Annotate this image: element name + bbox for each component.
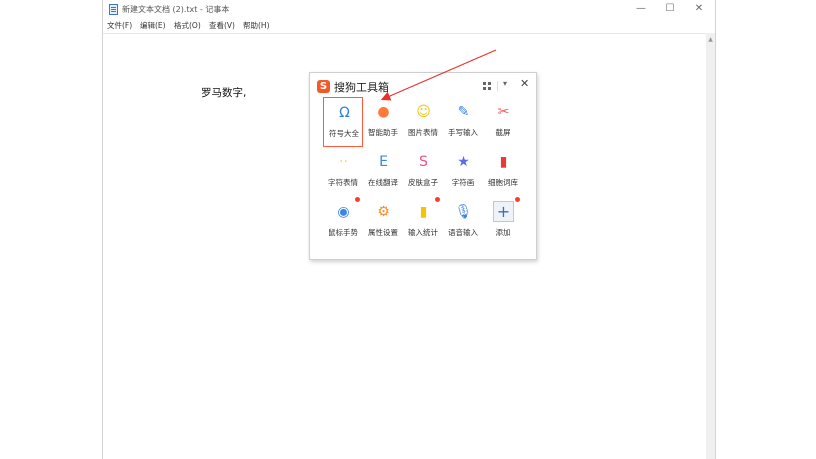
vertical-scrollbar[interactable]: ▲ xyxy=(706,33,715,459)
maximize-button[interactable]: ☐ xyxy=(659,2,681,16)
translate-globe-icon: E xyxy=(379,153,388,170)
tool-item[interactable]: ☺ 图片表情 xyxy=(403,97,443,147)
toolbox-close-icon[interactable]: ✕ xyxy=(520,77,529,90)
plus-add-icon: + xyxy=(493,201,514,222)
tool-item[interactable]: ● 智能助手 xyxy=(363,97,403,147)
notepad-app-icon xyxy=(109,4,118,15)
tool-item[interactable]: ▮ 细胞词库 xyxy=(483,147,523,197)
sogou-logo-icon: S xyxy=(317,80,330,93)
smiley-face-icon: ☺ xyxy=(416,103,431,120)
mouse-gesture-icon: ◉ xyxy=(337,203,350,220)
text-emoticon-icon: ·· xyxy=(339,153,348,170)
microphone-icon: 🎙 xyxy=(454,203,473,220)
tool-label: 截屏 xyxy=(495,128,511,137)
omega-symbol-icon: Ω xyxy=(339,104,350,121)
grid-view-icon[interactable] xyxy=(483,82,491,90)
notification-dot xyxy=(515,197,520,202)
scissors-icon: ✂ xyxy=(497,103,510,120)
notification-dot xyxy=(435,197,440,202)
header-divider xyxy=(497,81,498,91)
tool-item[interactable]: ⚙ 属性设置 xyxy=(363,197,403,247)
pencil-icon: ✎ xyxy=(457,103,470,120)
tool-item[interactable]: ✂ 截屏 xyxy=(483,97,523,147)
toolbox-title: 搜狗工具箱 xyxy=(334,81,389,94)
notification-dot xyxy=(355,197,360,202)
menu-help[interactable]: 帮助(H) xyxy=(243,20,270,31)
lexicon-book-icon: ▮ xyxy=(499,153,508,170)
tool-item[interactable]: + 添加 xyxy=(483,197,523,247)
title-bar[interactable]: 新建文本文档 (2).txt - 记事本 — ☐ ✕ xyxy=(103,0,715,18)
tool-item[interactable]: Ω 符号大全 xyxy=(323,97,363,147)
document-text: 罗马数字, xyxy=(201,87,247,99)
tool-item[interactable]: ★ 字符画 xyxy=(443,147,483,197)
tool-item[interactable]: ◉ 鼠标手势 xyxy=(323,197,363,247)
menu-format[interactable]: 格式(O) xyxy=(174,20,201,31)
menu-file[interactable]: 文件(F) xyxy=(107,20,132,31)
tool-item[interactable]: ·· 字符表情 xyxy=(323,147,363,197)
window-title: 新建文本文档 (2).txt - 记事本 xyxy=(122,5,230,14)
assistant-robot-icon: ● xyxy=(377,103,390,120)
menu-view[interactable]: 查看(V) xyxy=(209,20,235,31)
settings-gear-icon: ⚙ xyxy=(377,203,390,220)
tool-item[interactable]: ✎ 手写输入 xyxy=(443,97,483,147)
menu-edit[interactable]: 编辑(E) xyxy=(140,20,166,31)
bar-stats-icon: ▮ xyxy=(419,203,428,220)
tool-item[interactable]: E 在线翻译 xyxy=(363,147,403,197)
sogou-toolbox-panel: S 搜狗工具箱 ▾ ✕ Ω 符号大全 ● 智能助手 ☺ 图片表情 ✎ 手写输入 ✂ 截屏 ·· 字符表… xyxy=(309,72,537,260)
tool-label: 添加 xyxy=(495,228,511,237)
scroll-up-arrow-icon[interactable]: ▲ xyxy=(707,36,714,43)
close-button[interactable]: ✕ xyxy=(688,2,710,16)
screen: 新建文本文档 (2).txt - 记事本 — ☐ ✕ 文件(F) 编辑(E) 格… xyxy=(0,0,816,459)
tool-item[interactable]: ▮ 输入统计 xyxy=(403,197,443,247)
tool-label: 细胞词库 xyxy=(488,178,518,187)
tool-item[interactable]: 🎙 语音输入 xyxy=(443,197,483,247)
star-face-icon: ★ xyxy=(457,153,470,170)
menu-bar: 文件(F) 编辑(E) 格式(O) 查看(V) 帮助(H) xyxy=(103,19,715,32)
minimize-button[interactable]: — xyxy=(630,2,652,16)
tool-item[interactable]: S 皮肤盒子 xyxy=(403,147,443,197)
skin-shirt-icon: S xyxy=(419,153,428,170)
dropdown-arrow-icon[interactable]: ▾ xyxy=(503,79,507,88)
